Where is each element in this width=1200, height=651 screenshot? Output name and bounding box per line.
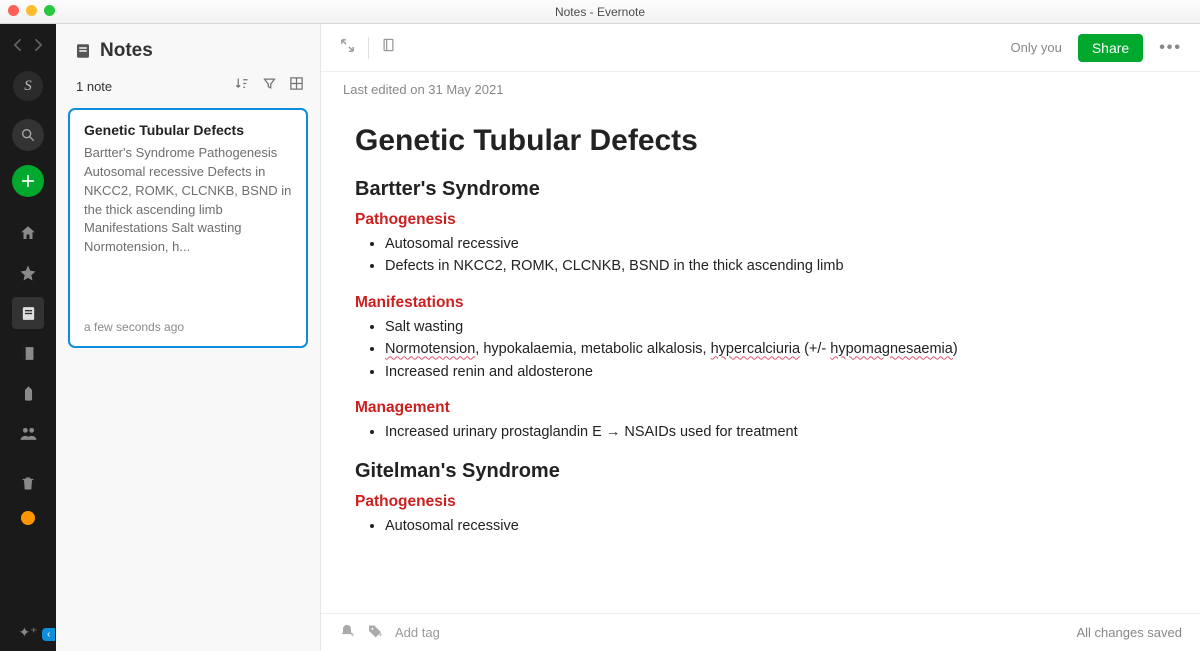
panel-toolbar: 1 note xyxy=(56,68,320,108)
search-button[interactable] xyxy=(12,119,44,151)
filter-icon[interactable] xyxy=(262,76,277,96)
reminder-icon[interactable]: + xyxy=(339,623,355,643)
notebooks-icon[interactable] xyxy=(12,337,44,369)
panel-title: Notes xyxy=(100,40,153,62)
note-card[interactable]: Genetic Tubular Defects Bartter's Syndro… xyxy=(68,108,308,348)
minimize-window[interactable] xyxy=(26,5,37,16)
home-icon[interactable] xyxy=(12,217,44,249)
notebook-selector-icon[interactable] xyxy=(381,37,396,59)
share-status[interactable]: Only you xyxy=(1011,40,1062,55)
new-note-button[interactable] xyxy=(12,165,44,197)
subhead-manifestations: Manifestations xyxy=(355,294,1166,312)
note-title: Genetic Tubular Defects xyxy=(355,124,1166,158)
shared-icon[interactable] xyxy=(12,417,44,449)
share-button[interactable]: Share xyxy=(1078,34,1143,62)
window-controls xyxy=(8,5,55,16)
svg-text:+: + xyxy=(378,629,382,638)
section-gitelman: Gitelman's Syndrome xyxy=(355,460,1166,483)
window-title: Notes - Evernote xyxy=(555,5,645,19)
tags-icon[interactable] xyxy=(12,377,44,409)
nav-history xyxy=(12,38,44,57)
toolbar-divider xyxy=(368,37,369,59)
notes-header-icon xyxy=(74,42,92,60)
editor-footer: + + Add tag All changes saved xyxy=(321,613,1200,651)
editor: Only you Share ••• Last edited on 31 May… xyxy=(321,24,1200,651)
notes-panel: Notes 1 note Genetic Tubular Defects Bar… xyxy=(56,24,321,651)
note-cards: Genetic Tubular Defects Bartter's Syndro… xyxy=(56,108,320,348)
gitelman-pathogenesis-list: Autosomal recessive xyxy=(385,515,1166,537)
note-card-snippet: Bartter's Syndrome Pathogenesis Autosoma… xyxy=(84,144,292,312)
subhead-management: Management xyxy=(355,399,1166,417)
maximize-window[interactable] xyxy=(44,5,55,16)
list-item: Increased urinary prostaglandin E → NSAI… xyxy=(385,421,1166,443)
upgrade-badge[interactable] xyxy=(21,511,35,525)
note-card-title: Genetic Tubular Defects xyxy=(84,122,292,138)
editor-right-tools: Only you Share ••• xyxy=(1011,34,1182,62)
view-grid-icon[interactable] xyxy=(289,76,304,96)
list-item: Increased renin and aldosterone xyxy=(385,361,1166,383)
save-status: All changes saved xyxy=(1076,625,1182,640)
bartter-management-list: Increased urinary prostaglandin E → NSAI… xyxy=(385,421,1166,443)
bartter-pathogenesis-list: Autosomal recessive Defects in NKCC2, RO… xyxy=(385,233,1166,278)
list-item: Autosomal recessive xyxy=(385,233,1166,255)
note-body[interactable]: Genetic Tubular Defects Bartter's Syndro… xyxy=(321,98,1200,613)
sort-icon[interactable] xyxy=(234,76,250,96)
panel-tools xyxy=(234,76,304,96)
list-item: Defects in NKCC2, ROMK, CLCNKB, BSND in … xyxy=(385,255,1166,277)
notes-icon[interactable] xyxy=(12,297,44,329)
panel-header: Notes xyxy=(56,24,320,68)
note-card-time: a few seconds ago xyxy=(84,320,292,334)
list-item: Normotension, hypokalaemia, metabolic al… xyxy=(385,338,1166,360)
subhead-pathogenesis-2: Pathogenesis xyxy=(355,493,1166,511)
sparkle-icon[interactable]: ✦⁺ xyxy=(18,624,37,641)
trash-icon[interactable] xyxy=(12,467,44,499)
nav-back[interactable] xyxy=(12,38,23,57)
left-rail: S ✦⁺ ‹ xyxy=(0,24,56,651)
editor-left-tools xyxy=(339,37,396,59)
expand-icon[interactable] xyxy=(339,37,356,59)
shortcuts-icon[interactable] xyxy=(12,257,44,289)
account-avatar[interactable]: S xyxy=(13,71,43,101)
svg-text:+: + xyxy=(350,629,354,638)
editor-toolbar: Only you Share ••• xyxy=(321,24,1200,72)
close-window[interactable] xyxy=(8,5,19,16)
bartter-manifestations-list: Salt wasting Normotension, hypokalaemia,… xyxy=(385,316,1166,383)
list-item: Salt wasting xyxy=(385,316,1166,338)
list-item: Autosomal recessive xyxy=(385,515,1166,537)
workspace: S ✦⁺ ‹ Notes 1 note xyxy=(0,24,1200,651)
tag-icon[interactable]: + xyxy=(367,623,383,643)
collapse-rail[interactable]: ‹ xyxy=(42,628,55,641)
add-tag-input[interactable]: Add tag xyxy=(395,625,440,640)
more-options-icon[interactable]: ••• xyxy=(1159,39,1182,57)
section-bartter: Bartter's Syndrome xyxy=(355,178,1166,201)
nav-forward[interactable] xyxy=(33,38,44,57)
note-count: 1 note xyxy=(76,79,112,94)
last-edited-label: Last edited on 31 May 2021 xyxy=(321,72,1200,98)
subhead-pathogenesis: Pathogenesis xyxy=(355,211,1166,229)
titlebar: Notes - Evernote xyxy=(0,0,1200,24)
